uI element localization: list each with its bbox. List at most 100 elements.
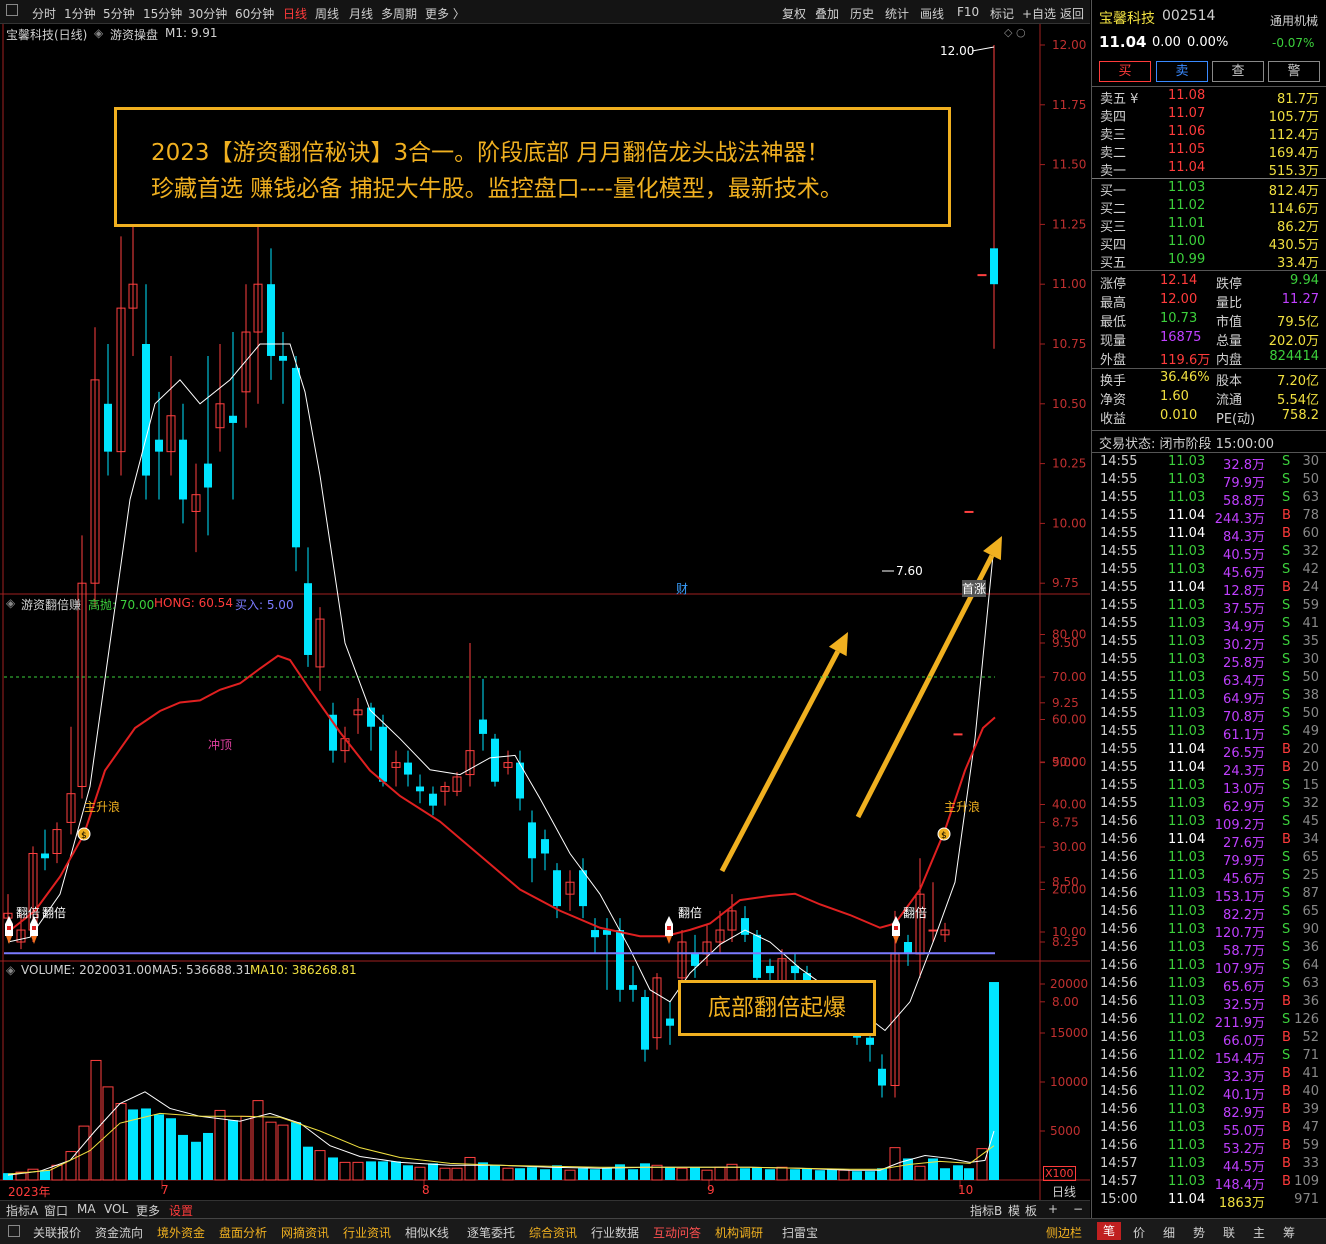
bottom-tab-9[interactable]: 行业数据 <box>591 1224 639 1241</box>
finance-marker[interactable]: 财 <box>676 580 688 597</box>
volume-bar <box>214 1109 226 1181</box>
side-tab-1[interactable]: 价 <box>1127 1224 1151 1241</box>
indicator-tool-0[interactable]: 指标A <box>6 1202 38 1219</box>
volume-bar <box>527 1167 537 1180</box>
indicator-tool-right-4[interactable]: − <box>1073 1202 1083 1216</box>
tick-count: 33 <box>1302 1156 1319 1171</box>
tabbar-menu-icon[interactable] <box>8 1225 20 1237</box>
candle-body <box>429 793 437 806</box>
bottom-tab-1[interactable]: 资金流向 <box>95 1224 143 1241</box>
tool-button-0[interactable]: 复权 <box>782 5 806 22</box>
tick-volume: 70.8万 <box>1223 710 1265 725</box>
tool-button-5[interactable]: F10 <box>957 5 979 19</box>
buy-level-volume: 86.2万 <box>1277 220 1319 235</box>
indicator-tool-right-3[interactable]: + <box>1048 1202 1058 1216</box>
tool-button-3[interactable]: 统计 <box>885 5 909 22</box>
price-tick-label-13: 8.75 <box>1052 815 1079 829</box>
side-tab-2[interactable]: 细 <box>1157 1224 1181 1241</box>
buy-button[interactable]: 买 <box>1099 61 1151 82</box>
side-tab-5[interactable]: 主 <box>1247 1224 1271 1241</box>
bottom-tab-6[interactable]: 相似K线 <box>405 1224 449 1241</box>
volume-bar <box>564 1169 576 1181</box>
volume-tick-label-1: 15000 <box>1050 1026 1088 1040</box>
indicator-tool-4[interactable]: 更多 <box>136 1202 160 1219</box>
bottom-tab-3[interactable]: 盘面分析 <box>219 1224 267 1241</box>
volume-bar <box>640 1163 650 1180</box>
tick-side: S <box>1282 490 1291 505</box>
period-tab-1[interactable]: 1分钟 <box>64 5 96 22</box>
candle-body <box>928 929 938 932</box>
candle-body <box>404 762 412 775</box>
indicator-tool-2[interactable]: MA <box>77 1202 96 1216</box>
bottom-tab-10[interactable]: 互动问答 <box>653 1224 701 1241</box>
bottom-tab-13[interactable]: 侧边栏 <box>1046 1224 1082 1241</box>
volume-bar <box>903 1158 913 1180</box>
indicator-tool-right-1[interactable]: 模 <box>1008 1202 1020 1219</box>
period-tab-6[interactable]: 日线 <box>283 5 307 22</box>
query-button[interactable]: 查 <box>1212 61 1264 82</box>
buy-level-volume: 114.6万 <box>1268 202 1319 217</box>
period-tab-0[interactable]: 分时 <box>32 5 56 22</box>
candle-body <box>766 965 774 974</box>
volume-bar <box>391 1161 401 1180</box>
bottom-tab-7[interactable]: 逐笔委托 <box>467 1224 515 1241</box>
bottom-tab-8[interactable]: 综合资讯 <box>529 1224 577 1241</box>
tick-volume: 24.3万 <box>1223 764 1265 779</box>
first-rise-marker[interactable]: 首涨 <box>962 580 987 597</box>
promo-banner: 2023【游资翻倍秘诀】3合一。阶段底部 月月翻倍龙头战法神器！ 珍藏首选 赚钱… <box>114 107 951 227</box>
period-tab-3[interactable]: 15分钟 <box>143 5 182 22</box>
chart-area[interactable]: 12.00 11.75 11.50 11.25 11.00 10.75 10.50 10.25… <box>0 24 1090 1200</box>
bottom-tab-2[interactable]: 境外资金 <box>157 1224 205 1241</box>
indicator-tool-right-0[interactable]: 指标B <box>970 1202 1002 1219</box>
bottom-tab-0[interactable]: 关联报价 <box>33 1224 81 1241</box>
sell-button[interactable]: 卖 <box>1156 61 1208 82</box>
bottom-tab-4[interactable]: 网摘资讯 <box>281 1224 329 1241</box>
volume-bar <box>451 1167 463 1181</box>
tool-button-6[interactable]: 标记 <box>990 5 1014 22</box>
period-tab-4[interactable]: 30分钟 <box>188 5 227 22</box>
candle-body <box>329 714 337 751</box>
tick-side: S <box>1282 670 1291 685</box>
tick-count: 50 <box>1302 706 1319 721</box>
indicator-tool-right-2[interactable]: 板 <box>1025 1202 1037 1219</box>
sell-level-price: 11.07 <box>1168 106 1206 121</box>
volume-unit: X100 <box>1043 1166 1076 1181</box>
stock-name: 宝馨科技 <box>1099 11 1155 27</box>
period-tab-9[interactable]: 多周期 <box>381 5 417 22</box>
side-tab-0[interactable]: 笔 <box>1097 1222 1121 1240</box>
tool-button-2[interactable]: 历史 <box>850 5 874 22</box>
period-tab-7[interactable]: 周线 <box>315 5 339 22</box>
volume-bar <box>428 1163 438 1180</box>
bottom-tab-11[interactable]: 机构调研 <box>715 1224 763 1241</box>
tool-button-4[interactable]: 画线 <box>920 5 944 22</box>
side-tab-3[interactable]: 势 <box>1187 1224 1211 1241</box>
period-tab-5[interactable]: 60分钟 <box>235 5 274 22</box>
alert-button[interactable]: 警 <box>1268 61 1320 82</box>
tick-volume: 44.5万 <box>1223 1160 1265 1175</box>
bottom-tab-12[interactable]: 扫雷宝 <box>782 1224 818 1241</box>
tick-side: B <box>1282 1156 1291 1171</box>
tool-button-1[interactable]: 叠加 <box>815 5 839 22</box>
corner-icon: ◇ ○ <box>1004 26 1026 39</box>
tool-button-8[interactable]: 返回 <box>1060 5 1084 22</box>
window-menu-icon[interactable] <box>6 4 18 16</box>
side-tab-4[interactable]: 联 <box>1217 1224 1241 1241</box>
tick-volume: 79.9万 <box>1223 854 1265 869</box>
tick-time: 14:55 <box>1100 760 1138 775</box>
indicator-tool-5[interactable]: 设置 <box>169 1202 193 1219</box>
side-tab-6[interactable]: 筹 <box>1277 1224 1301 1241</box>
tool-button-7[interactable]: +自选 <box>1022 5 1056 22</box>
period-tab-8[interactable]: 月线 <box>349 5 373 22</box>
tick-volume: 53.2万 <box>1223 1142 1265 1157</box>
stat-label: 量比 <box>1216 296 1243 311</box>
volume-bar <box>464 1156 476 1181</box>
tick-side: S <box>1282 850 1291 865</box>
tick-volume: 58.7万 <box>1223 944 1265 959</box>
board-name[interactable]: 通用机械 <box>1270 12 1318 29</box>
indicator-tool-1[interactable]: 窗口 <box>44 1202 68 1219</box>
bottom-tab-5[interactable]: 行业资讯 <box>343 1224 391 1241</box>
period-tab-10[interactable]: 更多 〉 <box>425 5 465 22</box>
period-tab-2[interactable]: 5分钟 <box>103 5 135 22</box>
indicator-tool-3[interactable]: VOL <box>104 1202 128 1216</box>
tick-side: S <box>1282 652 1291 667</box>
